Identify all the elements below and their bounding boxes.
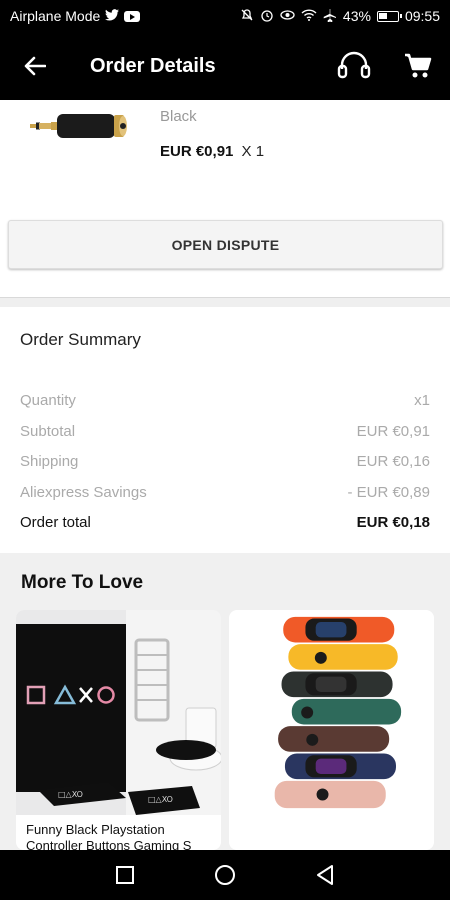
wifi-icon bbox=[301, 9, 317, 23]
cart-button[interactable] bbox=[386, 32, 450, 100]
recommended-item-image bbox=[243, 610, 420, 815]
recommended-item-card[interactable] bbox=[229, 610, 434, 850]
back-nav-button[interactable] bbox=[275, 850, 375, 900]
alarm-icon bbox=[260, 8, 274, 24]
more-to-love-section: More To Love □△XO □△XO Funny Black Plays… bbox=[0, 553, 450, 850]
section-divider bbox=[0, 297, 450, 307]
product-price: EUR €0,91 bbox=[160, 143, 234, 160]
circle-icon bbox=[215, 865, 235, 885]
summary-value: - EUR €0,89 bbox=[347, 484, 430, 501]
summary-row-quantity: Quantity x1 bbox=[20, 392, 430, 409]
home-button[interactable] bbox=[175, 850, 275, 900]
status-right: 43% 09:55 bbox=[240, 8, 440, 24]
summary-label: Shipping bbox=[20, 453, 79, 470]
summary-label: Order total bbox=[20, 514, 91, 531]
back-arrow-icon bbox=[24, 56, 46, 76]
page-title: Order Details bbox=[90, 54, 216, 77]
eye-comfort-icon bbox=[280, 9, 295, 23]
summary-row-total: Order total EUR €0,18 bbox=[20, 514, 430, 531]
battery-percent: 43% bbox=[342, 8, 371, 24]
airplane-icon bbox=[323, 8, 337, 24]
summary-label: Aliexpress Savings bbox=[20, 484, 147, 501]
square-icon bbox=[116, 866, 134, 884]
product-price-line: EUR €0,91 X 1 bbox=[160, 143, 264, 160]
order-summary: Order Summary Quantity x1 Subtotal EUR €… bbox=[0, 307, 450, 553]
triangle-back-icon bbox=[317, 865, 333, 885]
airplane-mode-label: Airplane Mode bbox=[10, 8, 101, 24]
mute-icon bbox=[240, 8, 254, 24]
summary-value: x1 bbox=[414, 392, 430, 409]
recommended-item-card[interactable]: □△XO □△XO Funny Black Playstation Contro… bbox=[16, 610, 221, 850]
summary-row-subtotal: Subtotal EUR €0,91 bbox=[20, 423, 430, 440]
order-total-value: EUR €0,18 bbox=[356, 514, 430, 531]
summary-label: Subtotal bbox=[20, 423, 76, 440]
recommended-item-name: Funny Black Playstation Controller Butto… bbox=[26, 822, 192, 850]
app-bar: Order Details bbox=[0, 32, 450, 100]
recommended-item-image: □△XO □△XO bbox=[16, 610, 221, 815]
battery-icon bbox=[376, 10, 402, 22]
product-image[interactable] bbox=[30, 106, 135, 146]
system-navigation-bar bbox=[0, 850, 450, 900]
youtube-icon bbox=[124, 10, 141, 22]
summary-row-shipping: Shipping EUR €0,16 bbox=[20, 453, 430, 470]
support-button[interactable] bbox=[322, 32, 386, 100]
status-left: Airplane Mode bbox=[10, 8, 141, 24]
open-dispute-button[interactable]: OPEN DISPUTE bbox=[8, 220, 443, 269]
back-button[interactable] bbox=[0, 32, 70, 100]
product-quantity: X 1 bbox=[241, 143, 265, 160]
more-to-love-title: More To Love bbox=[21, 572, 144, 593]
headset-support-icon bbox=[337, 51, 371, 79]
product-variant: Black bbox=[160, 108, 197, 125]
status-bar: Airplane Mode 43% 09:55 bbox=[0, 0, 450, 32]
clock: 09:55 bbox=[404, 8, 440, 24]
recents-button[interactable] bbox=[75, 850, 175, 900]
summary-value: EUR €0,91 bbox=[356, 423, 430, 440]
summary-label: Quantity bbox=[20, 392, 76, 409]
svg-text:□△XO: □△XO bbox=[58, 790, 83, 799]
svg-text:□△XO: □△XO bbox=[148, 795, 173, 804]
product-section: Black EUR €0,91 X 1 OPEN DISPUTE bbox=[0, 100, 450, 297]
summary-value: EUR €0,16 bbox=[356, 453, 430, 470]
cart-icon bbox=[405, 53, 432, 78]
summary-row-savings: Aliexpress Savings - EUR €0,89 bbox=[20, 484, 430, 501]
order-summary-title: Order Summary bbox=[20, 330, 141, 349]
twitter-icon bbox=[105, 9, 120, 23]
